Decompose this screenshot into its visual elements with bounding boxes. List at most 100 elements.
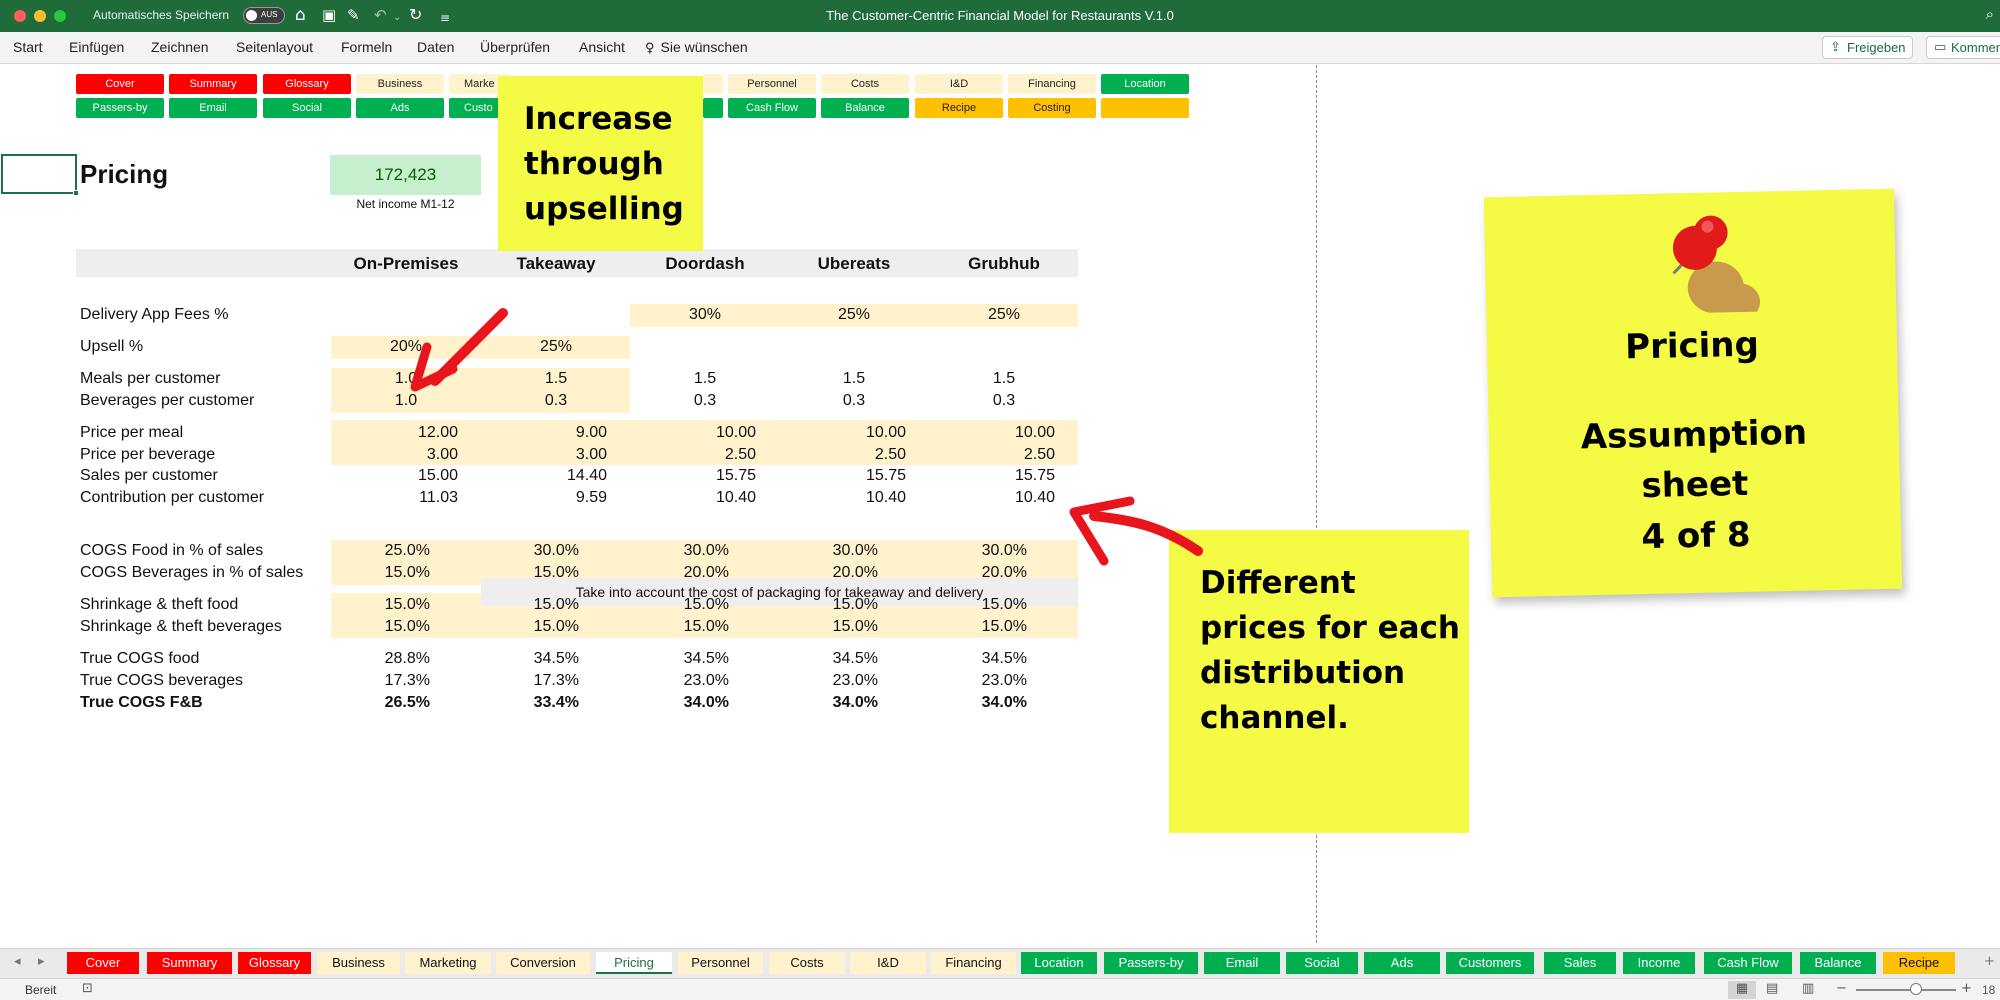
- minimize-window-button[interactable]: [34, 10, 46, 22]
- zoom-out-icon[interactable]: −: [1836, 981, 1847, 996]
- cell-sales-takeaway[interactable]: 14.40: [507, 467, 607, 485]
- cell-contrib-on-premises[interactable]: 11.03: [358, 489, 458, 507]
- sticky-note-upselling[interactable]: Increase through upselling: [498, 76, 703, 251]
- sheet-tab-personnel[interactable]: Personnel: [678, 952, 763, 974]
- menu-data[interactable]: Daten: [417, 39, 454, 55]
- sheet-tab-balance[interactable]: Balance: [1800, 952, 1876, 974]
- sheet-tab-passers-by[interactable]: Passers-by: [1104, 952, 1198, 974]
- nav-business-button[interactable]: Business: [356, 74, 444, 94]
- redo-icon[interactable]: ↻: [409, 5, 422, 25]
- edit-icon[interactable]: ✎: [347, 5, 360, 25]
- cell-sales-ubereats[interactable]: 15.75: [806, 467, 906, 485]
- cell-true-fb-doordash[interactable]: 34.0%: [629, 694, 729, 712]
- cell-contrib-takeaway[interactable]: 9.59: [507, 489, 607, 507]
- nav-glossary-button[interactable]: Glossary: [263, 74, 351, 94]
- nav-costs-button[interactable]: Costs: [821, 74, 909, 94]
- cell-true-food-ubereats[interactable]: 34.5%: [778, 650, 878, 668]
- sheet-tab-summary[interactable]: Summary: [147, 952, 232, 974]
- search-icon[interactable]: ⌕: [1986, 5, 1994, 23]
- nav-financing-button[interactable]: Financing: [1008, 74, 1096, 94]
- cell-cogs-bev-ubereats[interactable]: 20.0%: [778, 564, 878, 582]
- cell-contrib-ubereats[interactable]: 10.40: [806, 489, 906, 507]
- autosave-toggle[interactable]: AUS: [243, 7, 285, 24]
- cell-true-bev-grubhub[interactable]: 23.0%: [927, 672, 1027, 690]
- nav-recipe-button[interactable]: Recipe: [915, 98, 1003, 118]
- sheet-tab-costs[interactable]: Costs: [769, 952, 845, 974]
- nav-summary-button[interactable]: Summary: [169, 74, 257, 94]
- net-income-value[interactable]: 172,423: [330, 155, 481, 195]
- cell-price-bev-takeaway[interactable]: 3.00: [507, 446, 607, 464]
- save-icon[interactable]: ▣: [322, 5, 336, 25]
- undo-icon[interactable]: ↶: [374, 5, 387, 25]
- cell-shrink-food-on-premises[interactable]: 15.0%: [330, 596, 430, 614]
- menu-formulas[interactable]: Formeln: [341, 39, 392, 55]
- zoom-slider[interactable]: [1856, 989, 1956, 991]
- sheet-tab-conversion[interactable]: Conversion: [496, 952, 590, 974]
- sheet-tab-social[interactable]: Social: [1286, 952, 1358, 974]
- cell-shrink-food-ubereats[interactable]: 15.0%: [778, 596, 878, 614]
- cell-cogs-bev-on-premises[interactable]: 15.0%: [330, 564, 430, 582]
- cell-cogs-food-on-premises[interactable]: 25.0%: [330, 542, 430, 560]
- zoom-in-icon[interactable]: +: [1961, 981, 1972, 996]
- cell-true-fb-takeaway[interactable]: 33.4%: [479, 694, 579, 712]
- cell-cogs-food-takeaway[interactable]: 30.0%: [479, 542, 579, 560]
- cell-cogs-bev-doordash[interactable]: 20.0%: [629, 564, 729, 582]
- cell-true-fb-ubereats[interactable]: 34.0%: [778, 694, 878, 712]
- cell-contrib-grubhub[interactable]: 10.40: [955, 489, 1055, 507]
- cell-sales-grubhub[interactable]: 15.75: [955, 467, 1055, 485]
- cell-shrink-food-takeaway[interactable]: 15.0%: [479, 596, 579, 614]
- nav-email-button[interactable]: Email: [169, 98, 257, 118]
- sticky-note-prices[interactable]: Different prices for each distribution c…: [1169, 530, 1469, 833]
- sheet-tab-income[interactable]: Income: [1623, 952, 1695, 974]
- cell-fee-doordash[interactable]: 30%: [630, 306, 780, 324]
- cell-sales-doordash[interactable]: 15.75: [656, 467, 756, 485]
- cell-true-fb-on-premises[interactable]: 26.5%: [330, 694, 430, 712]
- cell-cogs-food-doordash[interactable]: 30.0%: [629, 542, 729, 560]
- sheet-tab-sales[interactable]: Sales: [1544, 952, 1616, 974]
- share-button[interactable]: ⇪ Freigeben: [1822, 36, 1913, 59]
- cell-meals-grubhub[interactable]: 1.5: [929, 370, 1079, 388]
- sheet-tab-cover[interactable]: Cover: [67, 952, 139, 974]
- tell-me-search[interactable]: ♀ Sie wünschen: [645, 39, 748, 56]
- nav-location-button[interactable]: Location: [1101, 74, 1189, 94]
- cell-fee-grubhub[interactable]: 25%: [929, 306, 1079, 324]
- nav-cash-flow-button[interactable]: Cash Flow: [728, 98, 816, 118]
- cell-true-bev-on-premises[interactable]: 17.3%: [330, 672, 430, 690]
- nav-social-button[interactable]: Social: [263, 98, 351, 118]
- nav-cover-button[interactable]: Cover: [76, 74, 164, 94]
- page-break-view-icon[interactable]: ▥: [1802, 981, 1814, 996]
- menu-draw[interactable]: Zeichnen: [151, 39, 209, 55]
- page-layout-view-icon[interactable]: ▤: [1766, 981, 1778, 996]
- nav-empty-button[interactable]: [1101, 98, 1189, 118]
- macro-record-icon[interactable]: ⊡: [82, 981, 93, 996]
- cell-cogs-food-grubhub[interactable]: 30.0%: [927, 542, 1027, 560]
- menu-page-layout[interactable]: Seitenlayout: [236, 39, 313, 55]
- cell-meals-ubereats[interactable]: 1.5: [779, 370, 929, 388]
- cell-bev-doordash[interactable]: 0.3: [630, 392, 780, 410]
- cell-cogs-bev-takeaway[interactable]: 15.0%: [479, 564, 579, 582]
- cell-price-bev-doordash[interactable]: 2.50: [656, 446, 756, 464]
- cell-true-bev-takeaway[interactable]: 17.3%: [479, 672, 579, 690]
- cell-price-bev-grubhub[interactable]: 2.50: [955, 446, 1055, 464]
- cell-shrink-bev-on-premises[interactable]: 15.0%: [330, 618, 430, 636]
- cell-cogs-bev-grubhub[interactable]: 20.0%: [927, 564, 1027, 582]
- sheet-tab-recipe[interactable]: Recipe: [1883, 952, 1955, 974]
- cell-true-bev-ubereats[interactable]: 23.0%: [778, 672, 878, 690]
- cell-meals-doordash[interactable]: 1.5: [630, 370, 780, 388]
- tab-scroll-left-icon[interactable]: ◂: [14, 954, 21, 969]
- nav-passers-by-button[interactable]: Passers-by: [76, 98, 164, 118]
- sheet-tab-cash-flow[interactable]: Cash Flow: [1704, 952, 1792, 974]
- cell-bev-ubereats[interactable]: 0.3: [779, 392, 929, 410]
- cell-shrink-bev-takeaway[interactable]: 15.0%: [479, 618, 579, 636]
- cell-price-bev-on-premises[interactable]: 3.00: [358, 446, 458, 464]
- comments-button[interactable]: ▭ Kommen: [1926, 36, 2000, 59]
- nav-ads-button[interactable]: Ads: [356, 98, 444, 118]
- menu-review[interactable]: Überprüfen: [480, 39, 550, 55]
- zoom-slider-handle[interactable]: [1910, 983, 1922, 995]
- sheet-tab-customers[interactable]: Customers: [1446, 952, 1534, 974]
- cell-true-fb-grubhub[interactable]: 34.0%: [927, 694, 1027, 712]
- cell-fee-ubereats[interactable]: 25%: [779, 306, 929, 324]
- home-icon[interactable]: ⌂: [295, 5, 306, 25]
- cell-true-food-takeaway[interactable]: 34.5%: [479, 650, 579, 668]
- menu-start[interactable]: Start: [13, 39, 43, 55]
